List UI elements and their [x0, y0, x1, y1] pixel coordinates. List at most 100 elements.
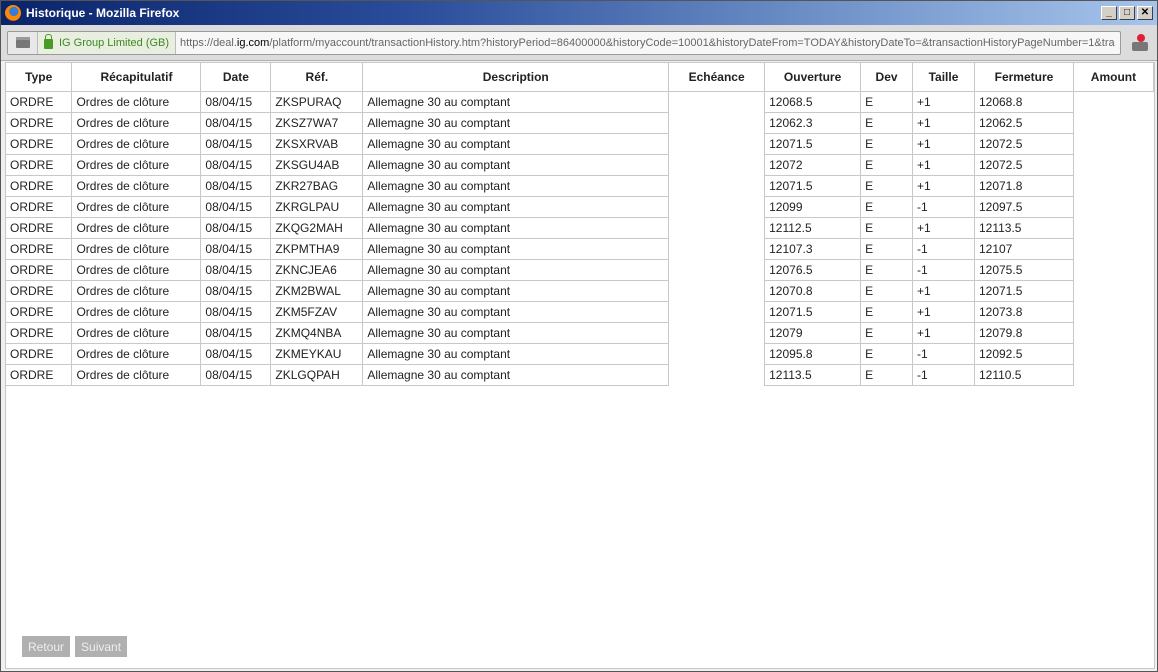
column-header-taille[interactable]: Taille — [912, 63, 975, 92]
table-row: ORDRE Ordres de clôture 08/04/15 ZKM2BWAL Al… — [6, 280, 1154, 302]
close-button[interactable]: ✕ — [1137, 6, 1153, 20]
cell-date: 08/04/15 — [200, 91, 272, 113]
cell-ouv: 12112.5 — [764, 217, 862, 239]
cell-ref: ZKSGU4AB — [270, 154, 364, 176]
cell-type: ORDRE — [6, 154, 73, 176]
page-icon[interactable] — [8, 31, 38, 54]
cell-recap: Ordres de clôture — [71, 364, 202, 386]
cell-date: 08/04/15 — [200, 280, 272, 302]
cell-desc: Allemagne 30 au comptant — [362, 133, 670, 155]
column-header-ouv[interactable]: Ouverture — [764, 63, 862, 92]
cell-ref: ZKPMTHA9 — [270, 238, 364, 260]
cell-ferm: 12072.5 — [974, 133, 1074, 155]
cell-amount — [1073, 154, 1153, 175]
url-rest: /platform/myaccount/transactionHistory.h… — [269, 36, 1115, 49]
url-text[interactable]: https://deal.ig.com/platform/myaccount/t… — [176, 37, 1115, 49]
cell-date: 08/04/15 — [200, 112, 272, 134]
column-header-desc[interactable]: Description — [362, 63, 670, 92]
url-prefix: https://deal. — [180, 36, 237, 49]
cell-type: ORDRE — [6, 238, 73, 260]
cell-type: ORDRE — [6, 259, 73, 281]
cell-taille: -1 — [912, 364, 975, 386]
cell-ech — [668, 112, 766, 133]
cell-desc: Allemagne 30 au comptant — [362, 343, 670, 365]
title-bar: Historique - Mozilla Firefox _ □ ✕ — [1, 1, 1157, 25]
cell-desc: Allemagne 30 au comptant — [362, 238, 670, 260]
minimize-button[interactable]: _ — [1101, 6, 1117, 20]
site-identity[interactable]: IG Group Limited (GB) — [38, 31, 177, 54]
cell-ferm: 12075.5 — [974, 259, 1074, 281]
cell-recap: Ordres de clôture — [71, 175, 202, 197]
column-header-ferm[interactable]: Fermeture — [974, 63, 1074, 92]
cell-ouv: 12062.3 — [764, 112, 862, 134]
column-header-amount[interactable]: Amount — [1073, 63, 1155, 92]
cell-amount — [1073, 112, 1153, 133]
cell-ouv: 12113.5 — [764, 364, 862, 386]
table-row: ORDRE Ordres de clôture 08/04/15 ZKQG2MAH Al… — [6, 217, 1154, 239]
column-header-ech[interactable]: Echéance — [668, 63, 766, 92]
maximize-button[interactable]: □ — [1119, 6, 1135, 20]
cell-ouv: 12071.5 — [764, 133, 862, 155]
cell-date: 08/04/15 — [200, 154, 272, 176]
cell-taille: +1 — [912, 175, 975, 197]
cell-ref: ZKMEYKAU — [270, 343, 364, 365]
addon-icon[interactable] — [1129, 32, 1151, 54]
cell-desc: Allemagne 30 au comptant — [362, 301, 670, 323]
cell-dev: E — [860, 259, 914, 281]
cell-dev: E — [860, 322, 914, 344]
cell-type: ORDRE — [6, 175, 73, 197]
cell-recap: Ordres de clôture — [71, 259, 202, 281]
cell-dev: E — [860, 175, 914, 197]
cell-ech — [668, 238, 766, 259]
column-header-recap[interactable]: Récapitulatif — [71, 63, 202, 92]
cell-ouv: 12071.5 — [764, 175, 862, 197]
table-row: ORDRE Ordres de clôture 08/04/15 ZKSGU4AB Al… — [6, 154, 1154, 176]
cell-ferm: 12071.5 — [974, 280, 1074, 302]
cell-ferm: 12068.8 — [974, 91, 1074, 113]
cell-ref: ZKR27BAG — [270, 175, 364, 197]
cell-ref: ZKSPURAQ — [270, 91, 364, 113]
address-bar[interactable]: IG Group Limited (GB) https://deal.ig.co… — [7, 30, 1121, 55]
cell-recap: Ordres de clôture — [71, 322, 202, 344]
cell-date: 08/04/15 — [200, 301, 272, 323]
column-header-date[interactable]: Date — [200, 63, 272, 92]
cell-ech — [668, 154, 766, 175]
lock-icon — [44, 33, 53, 49]
cell-taille: -1 — [912, 343, 975, 365]
next-button[interactable]: Suivant — [75, 636, 128, 657]
cell-taille: -1 — [912, 196, 975, 218]
cell-ech — [668, 259, 766, 280]
table-row: ORDRE Ordres de clôture 08/04/15 ZKPMTHA9 Al… — [6, 238, 1154, 260]
cell-dev: E — [860, 280, 914, 302]
cell-amount — [1073, 301, 1153, 322]
cell-ref: ZKLGQPAH — [270, 364, 364, 386]
cell-type: ORDRE — [6, 112, 73, 134]
cell-type: ORDRE — [6, 322, 73, 344]
cell-taille: +1 — [912, 322, 975, 344]
cell-ref: ZKMQ4NBA — [270, 322, 364, 344]
cell-dev: E — [860, 91, 914, 113]
cell-amount — [1073, 217, 1153, 238]
table-row: ORDRE Ordres de clôture 08/04/15 ZKLGQPAH Al… — [6, 364, 1154, 386]
cell-ech — [668, 301, 766, 322]
column-header-ref[interactable]: Réf. — [270, 63, 364, 92]
cell-ref: ZKM5FZAV — [270, 301, 364, 323]
cell-amount — [1073, 259, 1153, 280]
cell-ouv: 12095.8 — [764, 343, 862, 365]
cell-dev: E — [860, 301, 914, 323]
cell-amount — [1073, 175, 1153, 196]
back-button[interactable]: Retour — [22, 636, 71, 657]
cell-desc: Allemagne 30 au comptant — [362, 154, 670, 176]
cell-ferm: 12071.8 — [974, 175, 1074, 197]
column-header-dev[interactable]: Dev — [860, 63, 914, 92]
cell-taille: -1 — [912, 259, 975, 281]
cell-ech — [668, 175, 766, 196]
cell-amount — [1073, 133, 1153, 154]
column-header-type[interactable]: Type — [6, 63, 73, 92]
cell-type: ORDRE — [6, 280, 73, 302]
cell-recap: Ordres de clôture — [71, 196, 202, 218]
cell-desc: Allemagne 30 au comptant — [362, 259, 670, 281]
cell-ferm: 12092.5 — [974, 343, 1074, 365]
cell-desc: Allemagne 30 au comptant — [362, 112, 670, 134]
cell-ref: ZKNCJEA6 — [270, 259, 364, 281]
